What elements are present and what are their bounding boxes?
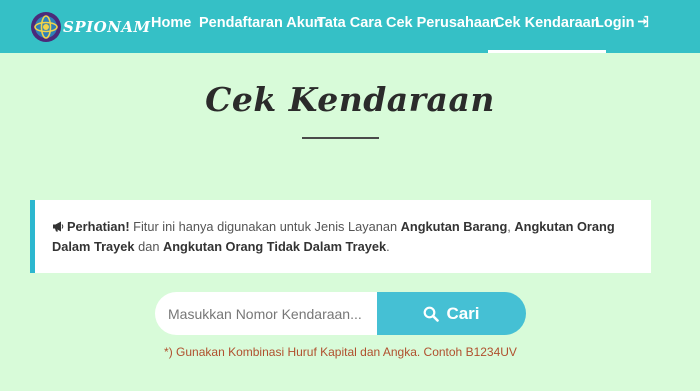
brand[interactable]: SPIONAM bbox=[30, 9, 151, 45]
nav-login[interactable]: Login bbox=[595, 0, 650, 53]
notice-alert: Perhatian! Fitur ini hanya digunakan unt… bbox=[30, 200, 651, 273]
nav-cek-perusahaan[interactable]: Cek Perusahaan bbox=[386, 0, 499, 53]
title-underline bbox=[302, 137, 379, 139]
brand-name: SPIONAM bbox=[63, 18, 151, 36]
search-button[interactable]: Cari bbox=[377, 292, 526, 335]
sign-in-icon bbox=[638, 15, 649, 28]
nav-howto[interactable]: Tata Cara bbox=[317, 0, 382, 53]
alert-text-4: . bbox=[386, 239, 390, 254]
alert-label: Perhatian! bbox=[67, 219, 130, 234]
nav-register[interactable]: Pendaftaran Akun bbox=[199, 0, 323, 53]
vehicle-number-input[interactable] bbox=[155, 292, 378, 335]
navbar: SPIONAM Home Pendaftaran Akun Tata Cara … bbox=[0, 0, 700, 53]
search-button-label: Cari bbox=[446, 303, 480, 323]
page-title: Cek Kendaraan bbox=[205, 80, 495, 119]
nav-home[interactable]: Home bbox=[151, 0, 191, 53]
alert-service-barang: Angkutan Barang bbox=[400, 219, 508, 234]
megaphone-icon bbox=[53, 221, 64, 232]
search-icon bbox=[424, 306, 440, 322]
alert-text-3: dan bbox=[134, 239, 163, 254]
input-hint: *) Gunakan Kombinasi Huruf Kapital dan A… bbox=[164, 345, 517, 359]
nav-cek-kendaraan[interactable]: Cek Kendaraan bbox=[488, 0, 606, 53]
alert-service-tidak-dalam-trayek: Angkutan Orang Tidak Dalam Trayek bbox=[163, 239, 387, 254]
nav-login-label: Login bbox=[595, 15, 635, 31]
alert-text-1: Fitur ini hanya digunakan untuk Jenis La… bbox=[129, 219, 401, 234]
spionam-logo-icon bbox=[31, 12, 61, 42]
